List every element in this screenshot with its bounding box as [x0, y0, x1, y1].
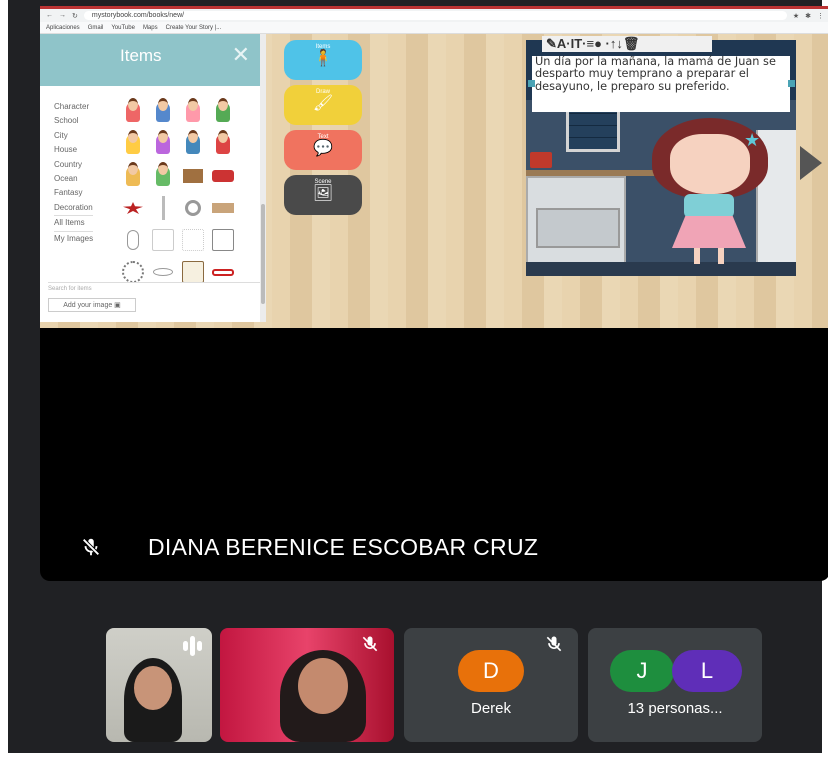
resize-handle[interactable]: [528, 80, 535, 87]
reload-icon[interactable]: ↻: [72, 12, 78, 20]
star-icon: ★: [744, 130, 761, 150]
category-decoration[interactable]: Decoration: [54, 201, 93, 215]
mic-off-icon: [82, 538, 100, 556]
left-border: [0, 0, 8, 763]
participant-count-label: 13 personas...: [627, 700, 723, 717]
items-search-input[interactable]: Search for items: [48, 282, 262, 292]
add-image-button[interactable]: Add your image ▣: [48, 298, 136, 312]
speaking-indicator-icon: [183, 636, 202, 656]
person-icon: 🧍: [313, 50, 333, 67]
character-skirt: [672, 216, 746, 248]
mic-off-icon: [362, 636, 378, 652]
item-thumbnail[interactable]: [150, 226, 176, 254]
participant-tile-self[interactable]: [106, 628, 212, 742]
item-thumbnail[interactable]: [180, 226, 206, 254]
bookmark-youtube[interactable]: YouTube: [111, 25, 135, 31]
participant-face: [298, 658, 348, 714]
category-city[interactable]: City: [54, 129, 93, 143]
category-house[interactable]: House: [54, 143, 93, 157]
items-scrollbar[interactable]: [260, 34, 266, 322]
item-thumbnail[interactable]: [180, 98, 206, 126]
category-ocean[interactable]: Ocean: [54, 172, 93, 186]
item-thumbnail[interactable]: [120, 226, 146, 254]
participant-face: [134, 666, 172, 710]
avatar: D: [458, 650, 524, 692]
forward-icon[interactable]: →: [59, 12, 66, 19]
next-page-arrow-icon[interactable]: [800, 146, 822, 180]
item-thumbnail[interactable]: [180, 162, 206, 190]
items-panel: Items ✕ Character School City House Coun…: [40, 34, 266, 322]
item-thumbnail[interactable]: [150, 194, 176, 222]
stove-illustration: [526, 176, 626, 276]
character-legs: [694, 248, 724, 264]
category-all-items[interactable]: All Items: [54, 215, 94, 232]
category-list: Character School City House Country Ocea…: [54, 100, 94, 246]
shared-screen: ← → ↻ mystorybook.com/books/new/ ★ ✱ ⋮ A…: [40, 6, 828, 581]
bookmark-gmail[interactable]: Gmail: [88, 25, 104, 31]
category-my-images[interactable]: My Images: [54, 232, 93, 246]
item-thumbnail[interactable]: [150, 130, 176, 158]
item-thumbnail[interactable]: [120, 194, 146, 222]
items-panel-header: Items ✕: [40, 34, 266, 86]
item-thumbnail[interactable]: [210, 98, 236, 126]
category-country[interactable]: Country: [54, 158, 93, 172]
avatar: J: [610, 650, 674, 692]
category-fantasy[interactable]: Fantasy: [54, 186, 93, 200]
category-school[interactable]: School: [54, 114, 93, 128]
participant-tile-derek[interactable]: D Derek: [404, 628, 578, 742]
mic-off-icon: [546, 636, 562, 652]
item-thumbnail[interactable]: [150, 162, 176, 190]
item-thumbnail[interactable]: [210, 162, 236, 190]
text-edit-toolbar[interactable]: ✎A·IT·≡● ·↑↓🗑: [542, 36, 712, 52]
speech-icon: 💬: [313, 140, 333, 157]
bottom-border: [0, 753, 828, 763]
character-shirt: [684, 194, 734, 218]
tool-text-button[interactable]: Text 💬: [284, 130, 362, 170]
item-thumbnail[interactable]: [120, 130, 146, 158]
tool-draw-button[interactable]: Draw 🖌: [284, 85, 362, 125]
image-icon: 🖼: [312, 185, 334, 202]
bookmark-maps[interactable]: Maps: [143, 25, 158, 31]
item-thumbnail[interactable]: [180, 130, 206, 158]
image-icon: ▣: [112, 302, 121, 309]
oven-door: [536, 208, 620, 248]
participant-name: Derek: [470, 700, 511, 717]
presenter-name: DIANA BERENICE ESCOBAR CRUZ: [148, 534, 539, 560]
item-thumbnail[interactable]: [120, 162, 146, 190]
character-face: [670, 134, 750, 194]
participant-tile-others[interactable]: J L 13 personas...: [588, 628, 762, 742]
item-thumbnail[interactable]: [150, 98, 176, 126]
extension-icon[interactable]: ✱: [805, 12, 811, 20]
add-image-label: Add your image: [63, 301, 113, 309]
close-icon[interactable]: ✕: [232, 42, 250, 68]
story-page-canvas[interactable]: ★ Un día por la mañana, la mamá de Juan …: [526, 40, 796, 276]
item-thumbnail[interactable]: [210, 130, 236, 158]
bookmarks-bar: Aplicaciones Gmail YouTube Maps Create Y…: [40, 22, 828, 34]
pot-illustration: [530, 152, 552, 168]
shared-browser-window: ← → ↻ mystorybook.com/books/new/ ★ ✱ ⋮ A…: [40, 6, 828, 328]
bookmark-apps[interactable]: Aplicaciones: [46, 25, 80, 31]
tool-items-button[interactable]: Items 🧍: [284, 40, 362, 80]
magnifier-icon[interactable]: [180, 194, 206, 222]
girl-character[interactable]: ★: [644, 118, 774, 268]
story-text-box[interactable]: Un día por la mañana, la mamá de Juan se…: [532, 55, 790, 112]
star-icon[interactable]: ★: [793, 12, 799, 20]
browser-toolbar: ← → ↻ mystorybook.com/books/new/ ★ ✱ ⋮: [40, 6, 828, 22]
tool-scene-button[interactable]: Scene 🖼: [284, 175, 362, 215]
address-bar[interactable]: mystorybook.com/books/new/: [83, 11, 787, 20]
items-panel-title: Items: [120, 46, 162, 65]
item-thumbnail[interactable]: [210, 194, 236, 222]
avatar: L: [672, 650, 742, 692]
item-thumbnail[interactable]: [120, 98, 146, 126]
back-icon[interactable]: ←: [46, 12, 53, 19]
participant-tile-video[interactable]: [220, 628, 394, 742]
brush-icon: 🖌: [312, 95, 334, 112]
items-grid: [120, 98, 244, 286]
item-thumbnail[interactable]: [210, 226, 236, 254]
resize-handle[interactable]: [788, 80, 795, 87]
menu-icon[interactable]: ⋮: [817, 12, 824, 20]
category-character[interactable]: Character: [54, 100, 93, 114]
bookmark-create-story[interactable]: Create Your Story |...: [166, 25, 222, 31]
